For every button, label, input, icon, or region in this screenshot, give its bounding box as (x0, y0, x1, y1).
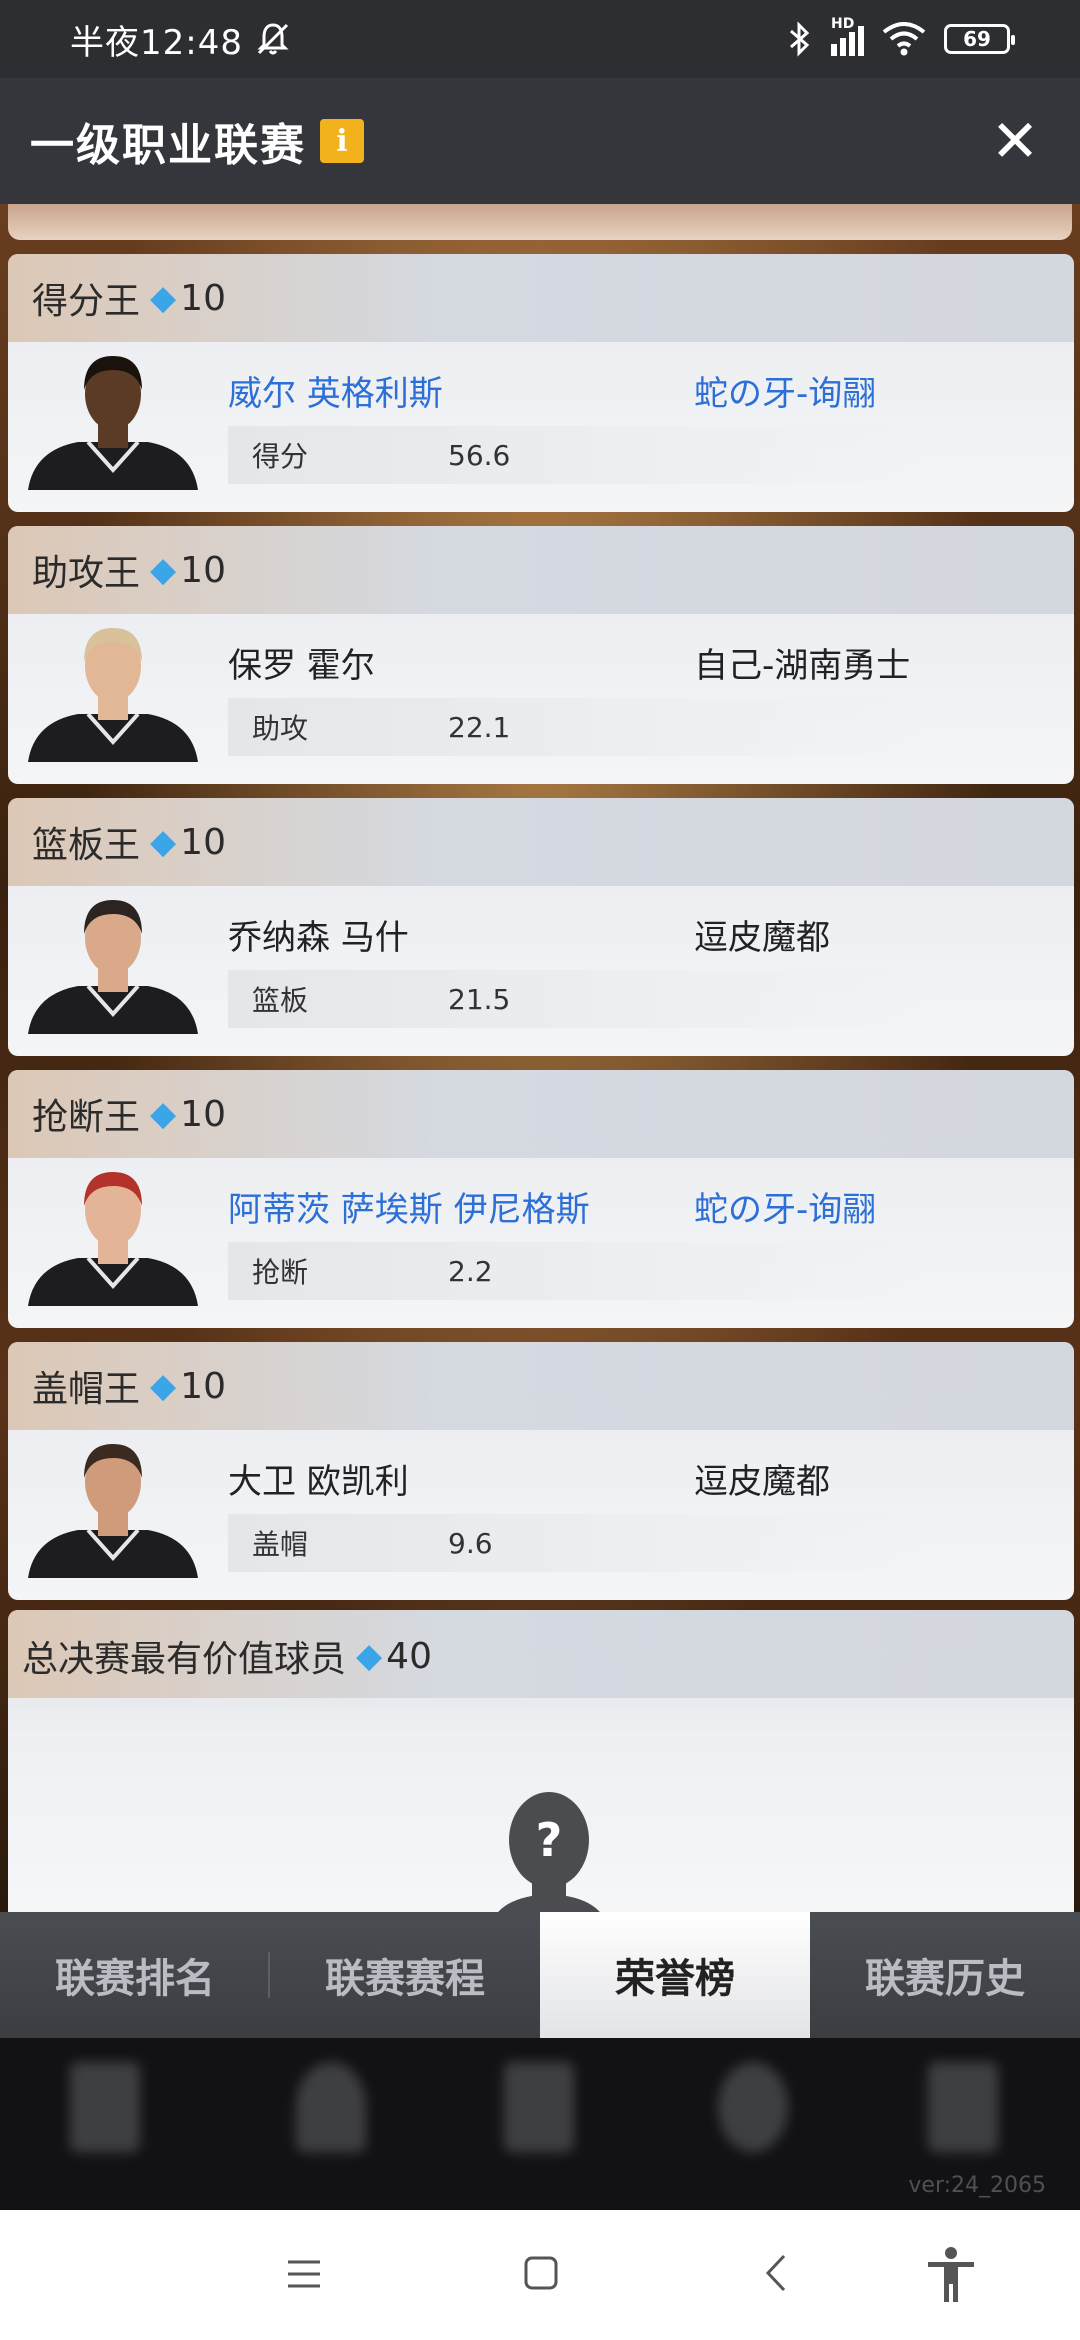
team-name: 逗皮魔都 (694, 1462, 830, 1502)
blurred-nav-icon (928, 2062, 998, 2152)
player-avatar[interactable] (28, 894, 198, 1034)
award-reward: 10 (180, 549, 226, 591)
stat-label: 篮板 (252, 984, 309, 1017)
page-title: 一级职业联赛 (30, 120, 306, 171)
stat-row: 得分 56.6 (228, 426, 928, 484)
team-name[interactable]: 蛇の牙-询翮 (694, 366, 876, 415)
battery-icon: 69 (944, 24, 1015, 54)
stat-label: 助攻 (252, 712, 309, 745)
mute-bell-icon (257, 23, 289, 55)
status-bar: 半夜12:48 HD 69 (0, 0, 1080, 78)
award-title: 得分王 (32, 281, 141, 322)
mvp-reward: 40 (386, 1635, 432, 1677)
player-name[interactable]: 威尔 英格利斯 (228, 366, 443, 415)
stat-label: 抢断 (252, 1256, 309, 1289)
award-reward: 10 (180, 1093, 226, 1135)
team-name[interactable]: 蛇の牙-询翮 (694, 1182, 876, 1231)
mvp-card: 总决赛最有价值球员 ◆ 40 ? (8, 1610, 1074, 1912)
diamond-icon: ◆ (150, 1094, 177, 1134)
info-icon[interactable]: i (320, 119, 364, 163)
player-name: 乔纳森 马什 (228, 918, 409, 958)
diamond-icon: ◆ (150, 550, 177, 590)
award-reward: 10 (180, 821, 226, 863)
team-name: 自己-湖南勇士 (694, 646, 911, 686)
award-card: 篮板王 ◆ 10 乔纳森 马什 逗皮魔都 篮板 21.5 (8, 798, 1074, 1056)
award-title: 盖帽王 (32, 1369, 141, 1410)
stat-value: 9.6 (448, 1526, 493, 1560)
player-avatar[interactable] (28, 350, 198, 490)
tab-honor-roll[interactable]: 荣誉榜 (540, 1912, 810, 2038)
mvp-unknown-glyph: ? (536, 1813, 563, 1867)
mvp-title: 总决赛最有价值球员 (22, 1639, 347, 1680)
diamond-icon: ◆ (356, 1636, 383, 1676)
award-reward: 10 (180, 277, 226, 319)
close-button[interactable]: ✕ (980, 107, 1050, 175)
tab-label: 联赛排名 (55, 1956, 215, 2002)
blurred-main-nav: ver:24_2065 (0, 2038, 1080, 2210)
accessibility-icon[interactable] (924, 2246, 978, 2304)
honor-list[interactable]: 得分王 ◆ 10 威尔 英格利斯 蛇の牙-询翮 得分 56.6 助攻王 ◆ 10… (0, 204, 1080, 1912)
blurred-nav-icon (504, 2062, 574, 2152)
wifi-icon (882, 22, 926, 56)
award-card: 抢断王 ◆ 10 阿蒂茨 萨埃斯 伊尼格斯 蛇の牙-询翮 抢断 2.2 (8, 1070, 1074, 1328)
award-card: 得分王 ◆ 10 威尔 英格利斯 蛇の牙-询翮 得分 56.6 (8, 254, 1074, 512)
clock: 半夜12:48 (70, 22, 243, 63)
player-name[interactable]: 阿蒂茨 萨埃斯 伊尼格斯 (228, 1182, 590, 1231)
player-name: 大卫 欧凯利 (228, 1462, 409, 1502)
player-avatar[interactable] (28, 622, 198, 762)
blurred-nav-icon (296, 2062, 366, 2152)
system-nav-bar (0, 2210, 1080, 2340)
stat-value: 56.6 (448, 438, 511, 472)
stat-value: 22.1 (448, 710, 511, 744)
hd-label: HD (831, 16, 855, 32)
player-avatar[interactable] (28, 1166, 198, 1306)
tab-league-schedule[interactable]: 联赛赛程 (270, 1912, 540, 2038)
stat-value: 2.2 (448, 1254, 493, 1288)
award-card: 盖帽王 ◆ 10 大卫 欧凯利 逗皮魔都 盖帽 9.6 (8, 1342, 1074, 1600)
tab-label: 联赛赛程 (325, 1956, 485, 2002)
award-title: 抢断王 (32, 1097, 141, 1138)
version-label: ver:24_2065 (908, 2173, 1046, 2198)
blurred-nav-icon (718, 2062, 788, 2152)
menu-icon[interactable] (286, 2258, 322, 2290)
signal-icon: HD (831, 16, 864, 56)
award-title: 助攻王 (32, 553, 141, 594)
diamond-icon: ◆ (150, 822, 177, 862)
bottom-tab-bar: 联赛排名 联赛赛程 荣誉榜 联赛历史 (0, 1912, 1080, 2038)
stat-row: 篮板 21.5 (228, 970, 928, 1028)
team-name: 逗皮魔都 (694, 918, 830, 958)
diamond-icon: ◆ (150, 278, 177, 318)
app-header: 一级职业联赛 i ✕ (0, 78, 1080, 204)
bluetooth-icon (790, 21, 810, 57)
stat-row: 助攻 22.1 (228, 698, 928, 756)
unknown-player-icon: ? (498, 1792, 600, 1912)
home-icon[interactable] (524, 2256, 558, 2290)
award-title: 篮板王 (32, 825, 141, 866)
award-reward: 10 (180, 1365, 226, 1407)
diamond-icon: ◆ (150, 1366, 177, 1406)
stat-label: 盖帽 (252, 1528, 309, 1561)
stat-value: 21.5 (448, 982, 511, 1016)
tab-league-ranking[interactable]: 联赛排名 (0, 1912, 270, 2038)
battery-level: 69 (963, 27, 991, 51)
player-name: 保罗 霍尔 (228, 646, 375, 686)
blurred-nav-icon (70, 2062, 140, 2152)
back-icon[interactable] (764, 2254, 788, 2292)
previous-card-edge (8, 204, 1072, 240)
tab-league-history[interactable]: 联赛历史 (810, 1912, 1080, 2038)
stat-row: 抢断 2.2 (228, 1242, 928, 1300)
tab-label: 联赛历史 (865, 1956, 1025, 2002)
stat-label: 得分 (252, 440, 309, 473)
award-card: 助攻王 ◆ 10 保罗 霍尔 自己-湖南勇士 助攻 22.1 (8, 526, 1074, 784)
player-avatar[interactable] (28, 1438, 198, 1578)
tab-label: 荣誉榜 (615, 1956, 735, 2002)
stat-row: 盖帽 9.6 (228, 1514, 928, 1572)
